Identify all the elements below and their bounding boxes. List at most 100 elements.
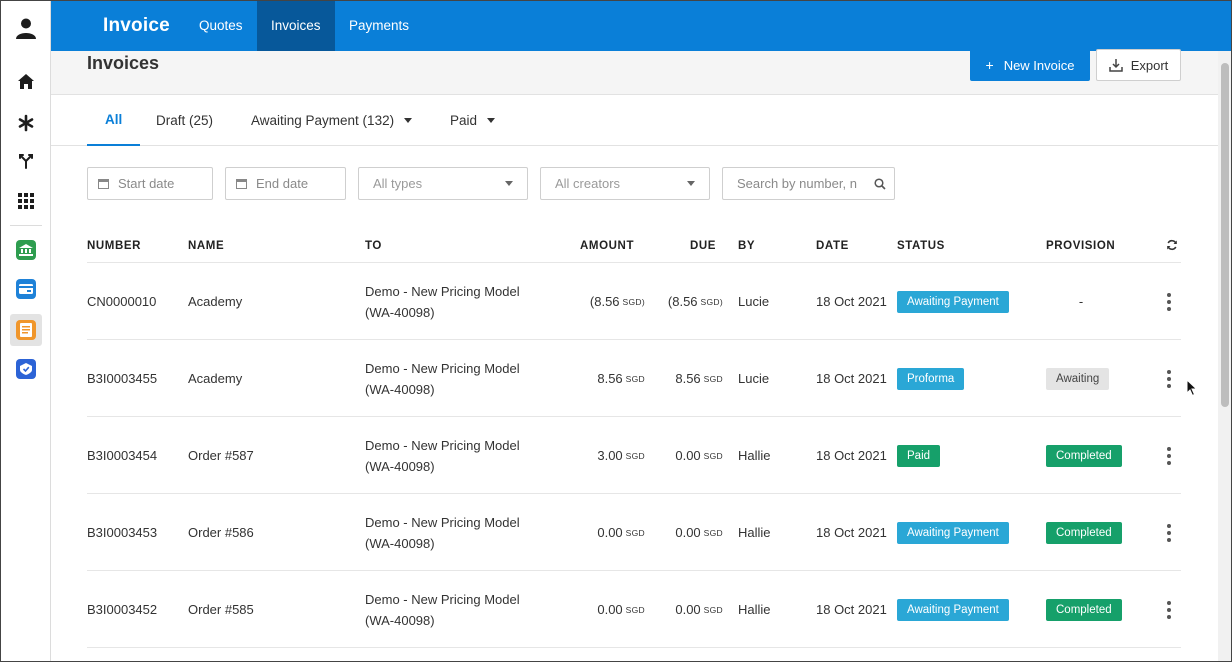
kebab-menu-icon	[1167, 523, 1171, 542]
invoice-by: Hallie	[738, 448, 771, 463]
sidebar-card-app-button[interactable]	[10, 273, 42, 305]
row-actions-button[interactable]	[1167, 263, 1171, 340]
sidebar-asterisk-button[interactable]	[10, 107, 42, 139]
nav-tab-quotes[interactable]: Quotes	[185, 1, 257, 51]
invoice-to-line1: Demo - New Pricing Model	[365, 437, 520, 453]
nav-tab-payments[interactable]: Payments	[335, 1, 423, 51]
sidebar-notes-app-button[interactable]	[10, 314, 42, 346]
top-navigation-bar: Invoice Quotes Invoices Payments	[51, 1, 1231, 51]
amount-value: 8.56	[597, 371, 623, 386]
end-date-input[interactable]: End date	[225, 167, 346, 200]
invoice-date: 18 Oct 2021	[816, 525, 887, 540]
new-invoice-button[interactable]: + New Invoice	[970, 49, 1090, 81]
type-select[interactable]: All types	[358, 167, 528, 200]
status-badge: Proforma	[897, 367, 965, 390]
invoice-number[interactable]: B3I0003454	[87, 417, 157, 494]
row-actions-button[interactable]	[1167, 571, 1171, 648]
status-tab-all[interactable]: All	[87, 95, 141, 146]
col-due[interactable]: DUE	[690, 240, 716, 252]
due-value: 0.00	[675, 448, 701, 463]
notes-app-icon	[16, 320, 36, 340]
provision-cell: Completed	[1046, 417, 1122, 494]
sidebar-badge-app-button[interactable]	[10, 353, 42, 385]
status-tab-awaiting-payment[interactable]: Awaiting Payment (132)	[251, 95, 413, 146]
app-brand-title: Invoice	[103, 15, 170, 36]
table-row[interactable]: CN0000010 Academy Demo - New Pricing Mod…	[87, 263, 1181, 340]
invoice-by: Lucie	[738, 371, 770, 386]
status-badge: Awaiting Payment	[897, 598, 1009, 621]
invoice-number[interactable]: CN0000010	[87, 263, 156, 340]
col-to[interactable]: TO	[365, 240, 382, 252]
due-value: 8.56	[675, 371, 701, 386]
invoice-to[interactable]: Demo - New Pricing Model (WA-40098)	[365, 494, 520, 571]
start-date-input[interactable]: Start date	[87, 167, 213, 200]
sidebar-merge-button[interactable]	[10, 145, 42, 177]
due-value: 0.00	[675, 602, 701, 617]
scrollbar-thumb[interactable]	[1221, 63, 1229, 407]
invoice-to[interactable]: Demo - New Pricing Model (WA-40098)	[365, 571, 520, 648]
caret-down-icon	[487, 118, 496, 123]
table-row[interactable]: B3I0003452 Order #585 Demo - New Pricing…	[87, 571, 1181, 648]
status-tab-draft[interactable]: Draft (25)	[156, 95, 213, 146]
invoice-to[interactable]: Demo - New Pricing Model (WA-40098)	[365, 340, 520, 417]
col-by[interactable]: BY	[738, 240, 755, 252]
invoice-amount: 8.56 SGD	[527, 340, 645, 417]
export-label: Export	[1130, 57, 1169, 73]
table-row[interactable]: B3I0003454 Order #587 Demo - New Pricing…	[87, 417, 1181, 494]
col-amount[interactable]: AMOUNT	[580, 240, 634, 252]
invoice-to-line1: Demo - New Pricing Model	[365, 514, 520, 530]
invoice-number[interactable]: B3I0003452	[87, 571, 157, 648]
row-actions-button[interactable]	[1167, 340, 1171, 417]
invoice-amount: 3.00 SGD	[527, 417, 645, 494]
col-name[interactable]: NAME	[188, 240, 224, 252]
status-tab-paid-label: Paid	[450, 113, 478, 128]
invoice-due: 0.00 SGD	[647, 571, 723, 648]
provision-cell: Awaiting	[1046, 340, 1110, 417]
table-row[interactable]: B3I0003455 Academy Demo - New Pricing Mo…	[87, 340, 1181, 417]
provision-cell: Completed	[1046, 494, 1122, 571]
status-badge: Paid	[897, 444, 941, 467]
export-button[interactable]: Export	[1096, 49, 1181, 81]
due-currency: SGD	[703, 373, 723, 384]
user-icon	[16, 18, 36, 39]
provision-text: -	[1078, 294, 1084, 309]
invoice-date: 18 Oct 2021	[816, 602, 887, 617]
creator-select[interactable]: All creators	[540, 167, 710, 200]
invoice-to-line1: Demo - New Pricing Model	[365, 283, 520, 299]
search-input[interactable]: Search by number, n	[722, 167, 895, 200]
invoice-number[interactable]: B3I0003453	[87, 494, 157, 571]
invoice-to[interactable]: Demo - New Pricing Model (WA-40098)	[365, 263, 520, 340]
asterisk-icon	[18, 114, 34, 132]
creator-select-value: All creators	[555, 176, 621, 191]
due-value: 0.00	[675, 525, 701, 540]
row-actions-button[interactable]	[1167, 417, 1171, 494]
status-tab-paid[interactable]: Paid	[450, 95, 496, 146]
due-currency: SGD	[703, 604, 723, 615]
due-value: (8.56	[667, 294, 698, 309]
row-actions-button[interactable]	[1167, 494, 1171, 571]
amount-currency: SGD	[625, 373, 645, 384]
col-status[interactable]: STATUS	[897, 240, 945, 252]
sidebar-divider	[10, 225, 42, 226]
refresh-button[interactable]	[1166, 239, 1178, 254]
status-cell: Awaiting Payment	[897, 263, 1009, 340]
nav-tab-invoices[interactable]: Invoices	[257, 1, 335, 51]
invoice-name: Academy	[188, 294, 243, 309]
invoice-to-line1: Demo - New Pricing Model	[365, 360, 520, 376]
sidebar-bank-app-button[interactable]	[10, 234, 42, 266]
type-select-value: All types	[373, 176, 423, 191]
invoice-by: Hallie	[738, 602, 771, 617]
left-sidebar	[1, 1, 51, 661]
table-row[interactable]: B3I0003453 Order #586 Demo - New Pricing…	[87, 494, 1181, 571]
invoice-number[interactable]: B3I0003455	[87, 340, 157, 417]
col-number[interactable]: NUMBER	[87, 240, 141, 252]
status-badge: Awaiting Payment	[897, 290, 1009, 313]
invoice-to[interactable]: Demo - New Pricing Model (WA-40098)	[365, 417, 520, 494]
user-avatar-button[interactable]	[10, 12, 42, 44]
sidebar-apps-button[interactable]	[10, 185, 42, 217]
sidebar-home-button[interactable]	[10, 66, 42, 98]
amount-value: 0.00	[597, 525, 623, 540]
col-provision[interactable]: PROVISION	[1046, 240, 1115, 252]
invoice-to-line1: Demo - New Pricing Model	[365, 591, 520, 607]
col-date[interactable]: DATE	[816, 240, 849, 252]
